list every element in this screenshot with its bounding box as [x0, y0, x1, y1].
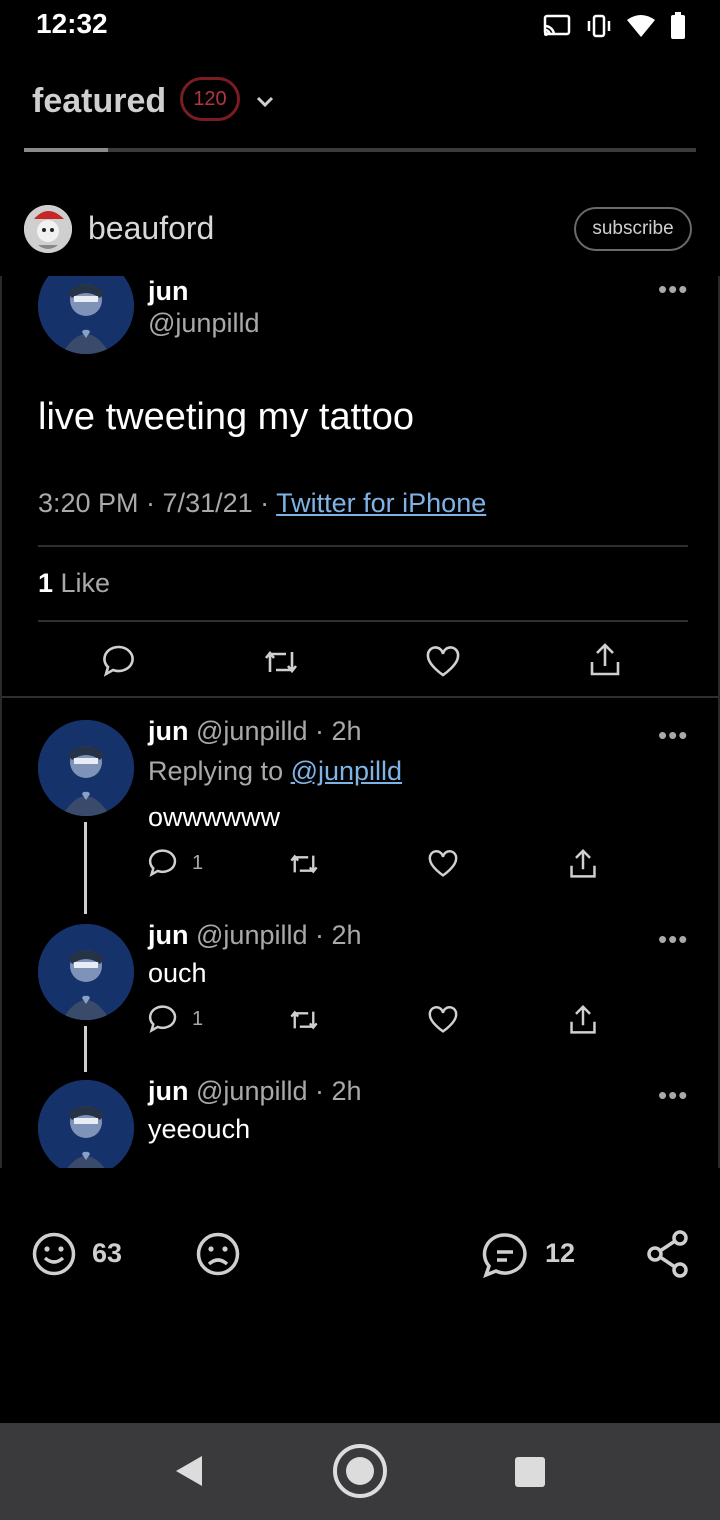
tab-bar-indicator	[24, 148, 108, 152]
tweet-meta: 3:20 PM · 7/31/21 · Twitter for iPhone	[38, 488, 486, 519]
reply-header: jun @junpilld · 2h	[148, 1076, 362, 1107]
tweet-avatar	[38, 276, 134, 354]
post-actions-bar	[0, 1168, 720, 1423]
retweet-icon	[264, 650, 298, 674]
thread-line	[84, 1026, 87, 1072]
subscribe-button[interactable]: subscribe	[574, 207, 692, 251]
reply-header: jun @junpilld · 2h	[148, 920, 362, 951]
sad-face-icon[interactable]	[196, 1232, 240, 1276]
share-icon	[590, 643, 620, 676]
happy-count: 63	[92, 1238, 123, 1268]
divider	[38, 620, 688, 622]
tweet-name: jun	[148, 276, 189, 306]
share-icon[interactable]	[646, 1230, 690, 1278]
cast-icon	[543, 14, 571, 36]
reply-name: jun	[148, 1076, 189, 1106]
comments-count: 12	[545, 1238, 576, 1268]
reply-handle-time: @junpilld · 2h	[196, 1076, 362, 1106]
comment-icon[interactable]	[482, 1232, 528, 1278]
status-time: 12:32	[36, 8, 108, 39]
retweet-icon	[290, 854, 318, 874]
likes-row: 1 Like	[38, 568, 110, 599]
reply-icon	[103, 645, 134, 677]
wifi-icon	[627, 15, 655, 37]
like-icon	[428, 850, 458, 877]
post-image: jun @junpilld ••• live tweeting my tatto…	[0, 276, 720, 1168]
replying-handle: @junpilld	[290, 756, 403, 786]
vibrate-icon	[587, 14, 611, 38]
share-icon	[570, 1005, 596, 1034]
chevron-down-icon[interactable]	[255, 92, 275, 112]
likes-label: Like	[53, 568, 111, 598]
divider	[2, 696, 718, 698]
retweet-icon	[290, 1010, 318, 1030]
author-name[interactable]: beauford	[88, 210, 214, 247]
reply-icon	[148, 1005, 177, 1034]
tweet-text: live tweeting my tattoo	[38, 396, 414, 438]
reply-text: owwwwww	[148, 802, 281, 832]
reply-text: yeeouch	[148, 1114, 251, 1144]
more-icon: •••	[658, 276, 689, 304]
reply-avatar	[38, 1080, 134, 1168]
more-icon: •••	[658, 1080, 689, 1110]
reply-name: jun	[148, 716, 189, 746]
feed-title[interactable]: featured	[32, 82, 166, 121]
status-icons	[542, 12, 686, 40]
tweet-client: Twitter for iPhone	[276, 488, 487, 518]
reply-name: jun	[148, 920, 189, 950]
back-icon[interactable]	[174, 1454, 204, 1488]
tweet-time: 3:20 PM · 7/31/21 ·	[38, 488, 277, 518]
more-icon: •••	[658, 720, 689, 750]
reply-handle-time: @junpilld · 2h	[196, 716, 362, 746]
thread-line	[84, 822, 87, 914]
author-avatar[interactable]	[24, 205, 72, 253]
reply-count: 1	[192, 852, 204, 874]
battery-icon	[671, 12, 685, 39]
reply-handle-time: @junpilld · 2h	[196, 920, 362, 950]
replying-to: Replying to @junpilld	[148, 756, 402, 787]
happy-face-icon[interactable]	[32, 1232, 76, 1276]
replying-label: Replying to	[148, 756, 291, 786]
share-icon	[570, 849, 596, 878]
more-icon: •••	[658, 924, 689, 954]
tab-bar-track	[24, 148, 696, 152]
tweet-handle: @junpilld	[148, 308, 260, 338]
divider	[38, 545, 688, 547]
reply-header: jun @junpilld · 2h	[148, 716, 362, 747]
like-icon	[426, 646, 460, 677]
like-icon	[428, 1006, 458, 1033]
reply-avatar	[38, 924, 134, 1020]
reply-text: ouch	[148, 958, 207, 988]
reply-count: 1	[192, 1008, 204, 1030]
count-badge: 120	[180, 77, 240, 121]
home-icon[interactable]	[332, 1443, 388, 1499]
recents-icon[interactable]	[514, 1456, 546, 1488]
likes-count: 1	[38, 568, 54, 598]
reply-icon	[148, 849, 177, 878]
reply-avatar	[38, 720, 134, 816]
